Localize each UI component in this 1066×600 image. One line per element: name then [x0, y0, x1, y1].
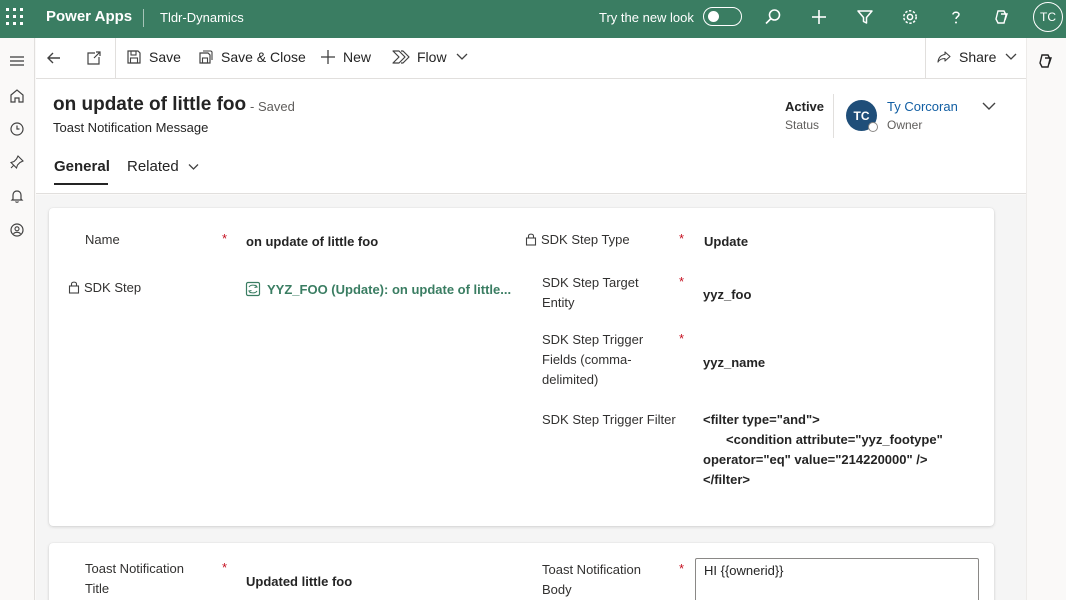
required-marker: *	[679, 561, 685, 576]
sdk-step-label: SDK Step	[68, 278, 141, 298]
search-icon[interactable]	[762, 6, 784, 28]
save-button-label: Save	[149, 49, 181, 65]
name-label: Name	[85, 232, 120, 247]
share-button[interactable]: Share	[936, 49, 1018, 65]
target-entity-label: SDK Step Target Entity	[542, 275, 639, 310]
save-icon	[127, 50, 141, 64]
save-button[interactable]: Save	[126, 49, 181, 65]
new-button[interactable]: New	[320, 49, 371, 65]
home-icon[interactable]	[6, 85, 28, 107]
toast-body-textarea[interactable]: HI {{ownerid}}	[695, 558, 979, 600]
recent-clock-icon[interactable]	[6, 118, 28, 140]
required-marker: *	[679, 331, 685, 346]
user-avatar[interactable]: TC	[1033, 2, 1063, 32]
share-button-label: Share	[959, 49, 997, 65]
record-title: on update of little foo	[53, 94, 247, 115]
general-section-card: Name * on update of little foo SDK Step …	[49, 208, 994, 526]
tab-general[interactable]: General	[54, 158, 110, 175]
left-nav-rail	[0, 38, 35, 600]
command-bar: Save Save & Close New Flow Share	[36, 38, 1026, 79]
share-icon	[937, 51, 951, 63]
filter-icon[interactable]	[854, 6, 876, 28]
save-close-icon	[199, 50, 213, 64]
help-icon[interactable]	[945, 6, 967, 28]
save-status: - Saved	[250, 99, 295, 114]
required-marker: *	[679, 274, 685, 289]
sdk-step-lookup-link[interactable]: YYZ_FOO (Update): on update of little...	[245, 281, 511, 297]
divider	[115, 38, 116, 79]
back-arrow-icon[interactable]	[46, 50, 69, 66]
open-new-window-icon[interactable]	[86, 50, 109, 66]
try-new-look-label: Try the new look	[599, 10, 694, 25]
expand-header-chevron-down-icon[interactable]	[981, 99, 997, 116]
target-entity-field[interactable]: yyz_foo	[703, 285, 751, 305]
hamburger-menu-icon[interactable]	[6, 50, 28, 72]
trigger-filter-field[interactable]: <filter type="and"> <condition attribute…	[703, 410, 983, 490]
sdk-step-lookup-text: YYZ_FOO (Update): on update of little...	[267, 281, 512, 297]
status-label: Status	[785, 118, 820, 132]
flow-button[interactable]: Flow	[392, 49, 447, 65]
add-icon[interactable]	[808, 6, 830, 28]
tab-related[interactable]: Related	[127, 158, 200, 175]
top-bar: Power Apps Tldr-Dynamics Try the new loo…	[0, 0, 1066, 38]
toast-title-label: Toast Notification Title	[85, 561, 184, 596]
trigger-fields-label: SDK Step Trigger Fields (comma-delimited)	[542, 332, 644, 387]
settings-gear-icon[interactable]	[899, 6, 921, 28]
app-launcher-icon[interactable]	[6, 8, 24, 26]
save-and-close-label: Save & Close	[221, 49, 306, 65]
record-icon	[245, 281, 261, 297]
plus-icon	[321, 50, 335, 64]
copilot-pane-icon[interactable]	[1037, 52, 1055, 73]
new-button-label: New	[343, 49, 372, 65]
environment-name[interactable]: Tldr-Dynamics	[160, 10, 244, 25]
more-commands-chevron-down-icon[interactable]	[455, 52, 476, 62]
status-value: Active	[785, 99, 825, 114]
owner-label: Owner	[887, 118, 923, 132]
required-marker: *	[222, 231, 228, 246]
right-side-pane	[1026, 38, 1066, 600]
pinned-icon[interactable]	[6, 151, 28, 173]
active-tab-indicator	[54, 183, 108, 185]
flow-icon	[392, 50, 410, 64]
chevron-down-icon	[188, 163, 199, 170]
contact-icon[interactable]	[6, 219, 28, 241]
trigger-filter-label: SDK Step Trigger Filter	[542, 412, 676, 427]
form-body: Name * on update of little foo SDK Step …	[36, 195, 1026, 600]
owner-link[interactable]: Ty Corcoran	[887, 99, 958, 114]
app-name[interactable]: Power Apps	[46, 8, 132, 25]
record-header: on update of little foo - Saved Toast No…	[36, 79, 1026, 194]
lock-icon	[68, 281, 80, 294]
flow-button-label: Flow	[417, 49, 447, 65]
notifications-bell-icon[interactable]	[6, 185, 28, 207]
tab-related-label: Related	[127, 158, 179, 175]
toast-title-field[interactable]: Updated little foo	[246, 572, 352, 592]
divider	[925, 38, 926, 79]
toast-section-card: Toast Notification Title * Updated little…	[49, 543, 994, 600]
save-and-close-button[interactable]: Save & Close	[198, 49, 306, 65]
presence-indicator	[868, 122, 878, 132]
new-look-toggle[interactable]	[703, 7, 742, 26]
toast-body-label: Toast Notification Body	[542, 562, 641, 597]
trigger-fields-field[interactable]: yyz_name	[703, 353, 765, 373]
name-field[interactable]: on update of little foo	[246, 232, 378, 252]
sdk-step-type-field[interactable]: Update	[704, 232, 748, 252]
copilot-icon[interactable]	[991, 6, 1013, 28]
lock-icon	[525, 233, 537, 246]
sdk-step-type-label: SDK Step Type	[525, 230, 630, 250]
required-marker: *	[679, 231, 685, 246]
chevron-down-icon	[1005, 53, 1017, 60]
divider	[143, 9, 144, 27]
entity-name: Toast Notification Message	[53, 120, 209, 135]
divider	[833, 94, 834, 138]
required-marker: *	[222, 560, 228, 575]
